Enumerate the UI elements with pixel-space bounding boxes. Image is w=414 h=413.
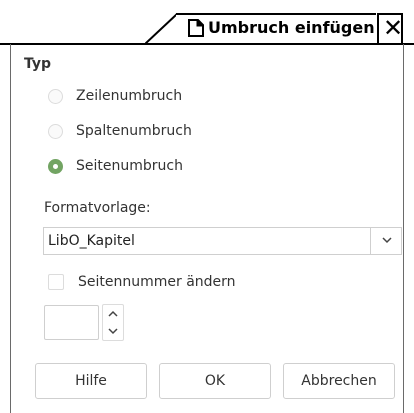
- radio-label[interactable]: Zeilenumbruch: [76, 88, 182, 104]
- chevron-down-icon[interactable]: [382, 235, 392, 245]
- close-icon[interactable]: ✕: [383, 13, 403, 43]
- help-button[interactable]: Hilfe: [35, 363, 147, 399]
- page-number-input[interactable]: [44, 305, 99, 340]
- change-page-number-label[interactable]: Seitennummer ändern: [78, 274, 236, 290]
- window-title: Umbruch einfügen: [208, 18, 375, 37]
- radio-button[interactable]: [48, 88, 63, 104]
- type-section-label: Typ: [24, 56, 52, 72]
- change-page-number-checkbox[interactable]: [48, 274, 64, 290]
- dialog-frame-right: [403, 44, 404, 413]
- radio-button[interactable]: [48, 123, 63, 139]
- style-selected-value: LibO_Kapitel: [48, 233, 135, 249]
- radio-label[interactable]: Spaltenumbruch: [76, 123, 192, 139]
- radio-label[interactable]: Seitenumbruch: [76, 158, 183, 174]
- dropdown-separator: [370, 228, 371, 254]
- title-bar: Umbruch einfügen ✕: [0, 0, 414, 45]
- radio-button-checked[interactable]: [48, 158, 63, 174]
- radio-page-break[interactable]: Seitenumbruch: [48, 155, 183, 177]
- title-bar-border: [0, 43, 414, 45]
- title-bar-slant: [145, 13, 178, 44]
- chevron-up-icon[interactable]: [104, 306, 122, 322]
- document-icon: [188, 19, 204, 37]
- dialog-frame-left: [10, 44, 11, 413]
- style-dropdown[interactable]: LibO_Kapitel: [43, 227, 402, 255]
- style-label: Formatvorlage:: [44, 200, 151, 216]
- radio-line-break[interactable]: Zeilenumbruch: [48, 85, 182, 107]
- change-page-number-row[interactable]: Seitennummer ändern: [48, 272, 236, 292]
- cancel-button[interactable]: Abbrechen: [283, 363, 395, 399]
- radio-column-break[interactable]: Spaltenumbruch: [48, 120, 192, 142]
- chevron-down-icon[interactable]: [104, 323, 122, 339]
- ok-button[interactable]: OK: [159, 363, 271, 399]
